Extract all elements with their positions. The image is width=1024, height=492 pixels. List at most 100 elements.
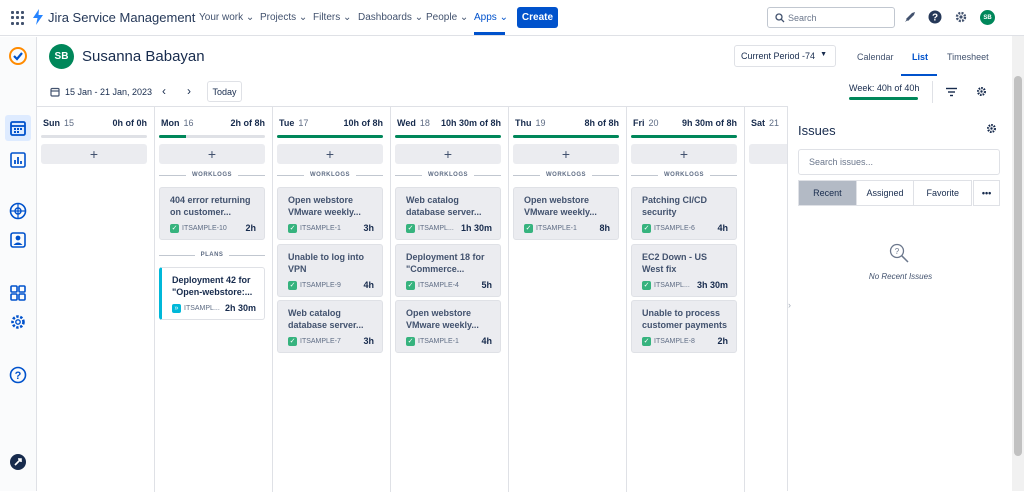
today-button[interactable]: Today	[207, 81, 242, 102]
settings-gear-icon[interactable]	[976, 86, 987, 97]
day-number: 16	[183, 118, 194, 128]
next-week-button[interactable]: ›	[187, 84, 191, 98]
global-search-input[interactable]: Search	[767, 7, 895, 28]
nav-filters[interactable]: Filters ⌄	[313, 12, 351, 23]
add-worklog-button[interactable]: +	[277, 144, 383, 164]
worklog-title: Open webstore VMware weekly...	[288, 195, 361, 217]
settings-gear-icon[interactable]	[954, 10, 968, 24]
section-title: WORKLOGS	[546, 172, 586, 178]
day-column: Tue 17 10h of 8h + WORKLOGS Open webstore …	[273, 107, 391, 492]
day-label: Sat 21	[751, 118, 779, 128]
worklog-card[interactable]: Open webstore VMware weekly... ✓ ITSAMPL…	[513, 187, 619, 240]
tab-assigned[interactable]: Assigned	[856, 180, 915, 206]
day-name: Fri	[633, 118, 645, 128]
create-button[interactable]: Create	[517, 7, 558, 28]
worklog-card[interactable]: Open webstore VMware weekly... ✓ ITSAMPL…	[395, 300, 501, 353]
settings-gear-icon[interactable]	[986, 123, 997, 134]
page-scrollbar[interactable]	[1012, 36, 1024, 491]
worklog-card[interactable]: Unable to log into VPN ✓ ITSAMPLE-9 4h	[277, 244, 383, 297]
search-icon	[775, 13, 785, 23]
tempo-logo-icon[interactable]	[9, 47, 27, 65]
day-progress-bar	[513, 135, 619, 138]
day-name: Wed	[397, 118, 416, 128]
help-icon[interactable]: ?	[928, 10, 942, 24]
worklog-duration: 3h 30m	[696, 280, 728, 290]
tab-list[interactable]: List	[912, 52, 928, 62]
help-circle-icon[interactable]: ?	[9, 366, 27, 384]
product-logo[interactable]: Jira Service Management	[32, 9, 195, 25]
date-range[interactable]: 15 Jan - 21 Jan, 2023	[50, 87, 152, 97]
day-progress-bar	[159, 135, 265, 138]
day-label: Sun 15	[43, 118, 74, 128]
add-worklog-button[interactable]: +	[749, 144, 787, 164]
plan-card[interactable]: Deployment 42 for "Open-webstore:... » I…	[159, 267, 265, 320]
add-worklog-button[interactable]: +	[395, 144, 501, 164]
filter-icon[interactable]	[946, 87, 957, 97]
worklog-card[interactable]: Web catalog database server... ✓ ITSAMPL…	[395, 187, 501, 240]
nav-people[interactable]: People ⌄	[426, 12, 468, 23]
teams-globe-icon[interactable]	[9, 202, 27, 220]
worklogs-section-label: WORKLOGS	[513, 172, 619, 178]
worklog-duration: 4h	[481, 336, 492, 346]
tab-favorite[interactable]: Favorite	[914, 180, 973, 206]
worklog-title: Web catalog database server...	[406, 195, 482, 217]
nav-apps[interactable]: Apps ⌄	[474, 12, 508, 23]
calendar-toolbar: 15 Jan - 21 Jan, 2023 ‹ › Today Week: 40…	[37, 78, 1012, 106]
tab-timesheet[interactable]: Timesheet	[947, 52, 989, 62]
reports-chart-icon[interactable]	[9, 151, 27, 169]
worklog-card[interactable]: Open webstore VMware weekly... ✓ ITSAMPL…	[277, 187, 383, 240]
scrollbar-thumb[interactable]	[1014, 76, 1022, 456]
worklog-card[interactable]: Patching CI/CD security vulnerability ✓ …	[631, 187, 737, 240]
day-header: Sat 21	[751, 118, 787, 128]
add-worklog-button[interactable]: +	[159, 144, 265, 164]
pin-launch-icon[interactable]	[9, 453, 27, 471]
issues-search-input[interactable]: Search issues...	[798, 149, 1000, 175]
nav-your-work[interactable]: Your work ⌄	[199, 12, 254, 23]
date-range-label: 15 Jan - 21 Jan, 2023	[65, 87, 153, 97]
more-options-button[interactable]: •••	[973, 180, 1000, 206]
settings-gear-icon[interactable]	[9, 313, 27, 331]
period-dropdown[interactable]: Current Period -74 ▼	[734, 45, 836, 67]
tab-calendar[interactable]: Calendar	[857, 52, 894, 62]
day-progress-fill	[277, 135, 383, 138]
worklog-duration: 1h 30m	[460, 223, 492, 233]
apps-grid-icon[interactable]	[9, 284, 27, 302]
day-name: Tue	[279, 118, 295, 128]
day-column: Wed 18 10h 30m of 8h + WORKLOGS Web catalo…	[391, 107, 509, 492]
issue-key: ITSAMPLE-1	[536, 224, 577, 232]
add-worklog-button[interactable]: +	[513, 144, 619, 164]
worklog-card[interactable]: Web catalog database server... ✓ ITSAMPL…	[277, 300, 383, 353]
calendar-icon[interactable]	[9, 119, 27, 137]
notifications-icon[interactable]	[903, 10, 917, 24]
user-avatar-small[interactable]: SB	[980, 10, 995, 25]
previous-week-button[interactable]: ‹	[162, 84, 166, 98]
worklog-card[interactable]: Deployment 18 for "Commerce... ✓ ITSAMPL…	[395, 244, 501, 297]
week-total-label: Week: 40h of 40h	[849, 83, 920, 93]
nav-label: People	[426, 12, 458, 23]
add-worklog-button[interactable]: +	[41, 144, 147, 164]
chevron-down-icon: ⌄	[414, 12, 424, 23]
worklogs-section-label: WORKLOGS	[277, 172, 383, 178]
nav-dashboards[interactable]: Dashboards ⌄	[358, 12, 423, 23]
checkbox-icon: ✓	[406, 280, 415, 290]
worklog-title: 404 error returning on customer...	[170, 195, 251, 217]
user-profile-icon[interactable]	[9, 231, 27, 249]
issue-key: ITSAMPLE-4	[418, 281, 459, 289]
issue-key: ITSAMPLE-10	[182, 224, 227, 232]
panel-collapse-chevron-icon[interactable]: ›	[788, 300, 791, 310]
jira-logo-icon	[33, 9, 43, 25]
worklog-card[interactable]: EC2 Down - US West fix ✓ ITSAMPL... 3h 3…	[631, 244, 737, 297]
app-switcher-icon[interactable]	[11, 11, 25, 25]
svg-text:?: ?	[15, 370, 22, 382]
worklog-duration: 5h	[481, 280, 492, 290]
tab-recent[interactable]: Recent	[798, 180, 857, 206]
svg-text:?: ?	[895, 247, 900, 256]
svg-text:?: ?	[932, 13, 938, 24]
day-number: 17	[298, 118, 309, 128]
day-label: Mon 16	[161, 118, 194, 128]
add-worklog-button[interactable]: +	[631, 144, 737, 164]
worklogs-section-label: WORKLOGS	[631, 172, 737, 178]
worklog-card[interactable]: Unable to process customer payments ✓ IT…	[631, 300, 737, 353]
nav-projects[interactable]: Projects ⌄	[260, 12, 307, 23]
worklog-card[interactable]: 404 error returning on customer... ✓ ITS…	[159, 187, 265, 240]
